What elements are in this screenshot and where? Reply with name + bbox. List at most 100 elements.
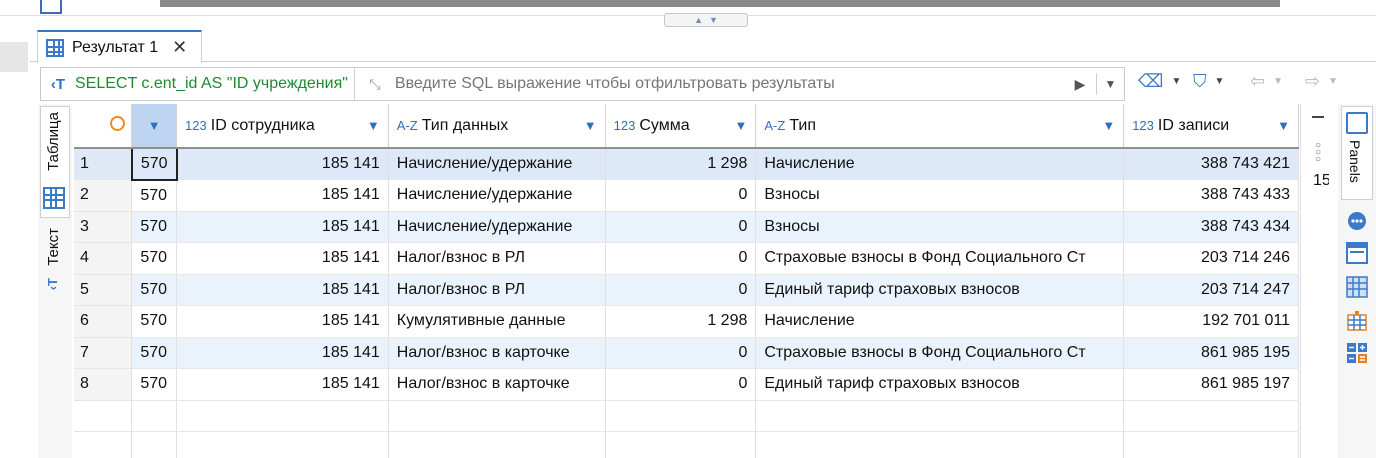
table-cell[interactable]: 1 298 — [605, 148, 757, 180]
table-cell[interactable]: Взносы — [755, 211, 1125, 243]
column-header-5[interactable]: 123 ID записи ▼ — [1123, 104, 1299, 149]
table-cell[interactable]: 388 743 421 — [1123, 148, 1299, 180]
tab-text-label[interactable]: Текст — [45, 228, 62, 266]
row-number[interactable]: 1 — [74, 148, 133, 180]
table-cell[interactable]: 570 — [131, 211, 178, 243]
run-filter-icon[interactable]: ▶ — [1064, 76, 1096, 93]
sort-caret-icon[interactable]: ▼ — [367, 118, 380, 133]
table-cell[interactable]: 861 985 197 — [1123, 368, 1299, 401]
table-cell[interactable]: 0 — [605, 274, 757, 306]
chevron-down-icon[interactable]: ▼ — [1171, 76, 1181, 87]
table-cell[interactable]: Единый тариф страховых взносов — [755, 368, 1125, 401]
row-number[interactable]: 7 — [74, 337, 133, 369]
tab-panels-label[interactable]: Panels — [1347, 140, 1363, 183]
collapse-down-icon[interactable]: ▼ — [709, 15, 718, 25]
options-icon[interactable] — [1346, 210, 1368, 232]
row-number[interactable]: 2 — [74, 179, 133, 212]
row-number[interactable]: 8 — [74, 368, 133, 401]
table-cell[interactable]: Начисление — [755, 148, 1125, 180]
table-cell[interactable]: 185 141 — [176, 242, 389, 275]
row-number-header[interactable] — [74, 104, 133, 149]
table-row[interactable]: 8 570 185 141 Налог/взнос в карточке 0 Е… — [74, 368, 1299, 401]
query-text[interactable]: SELECT c.ent_id AS "ID учреждения" — [75, 68, 355, 100]
table-cell[interactable]: 185 141 — [176, 211, 389, 243]
table-cell[interactable]: 0 — [605, 337, 757, 369]
filter-button[interactable]: ⛉ ▼ — [1193, 68, 1224, 94]
table-cell[interactable]: Начисление/удержание — [388, 211, 606, 243]
table-cell[interactable]: 0 — [605, 368, 757, 401]
column-header-2[interactable]: A-Z Тип данных ▼ — [388, 104, 606, 149]
table-cell[interactable]: 185 141 — [176, 368, 389, 401]
table-cell[interactable]: Начисление/удержание — [388, 148, 606, 180]
table-cell[interactable]: Налог/взнос в РЛ — [388, 242, 606, 275]
table-cell[interactable]: 570 — [131, 179, 178, 212]
table-cell[interactable]: 570 — [131, 274, 178, 306]
table-cell[interactable]: 0 — [605, 211, 757, 243]
table-cell[interactable]: Налог/взнос в карточке — [388, 368, 606, 401]
table-cell[interactable]: 203 714 246 — [1123, 242, 1299, 275]
collapse-up-icon[interactable]: ▲ — [694, 15, 703, 25]
sort-caret-icon[interactable]: ▼ — [1277, 118, 1290, 133]
column-header-3[interactable]: 123 Сумма ▼ — [605, 104, 757, 149]
table-cell[interactable]: 570 — [131, 242, 178, 275]
table-cell[interactable]: 0 — [605, 179, 757, 212]
table-cell[interactable]: 1 298 — [605, 305, 757, 338]
minimize-icon[interactable] — [1312, 116, 1324, 118]
tab-result[interactable]: Результат 1 ✕ — [37, 30, 202, 63]
table-row[interactable]: 7 570 185 141 Налог/взнос в карточке 0 С… — [74, 337, 1299, 369]
table-cell[interactable]: 185 141 — [176, 148, 389, 180]
more-icon[interactable]: ○ ○ ○ — [1315, 141, 1321, 165]
table-row[interactable]: 3 570 185 141 Начисление/удержание 0 Взн… — [74, 211, 1299, 243]
table-row[interactable]: 2 570 185 141 Начисление/удержание 0 Взн… — [74, 179, 1299, 212]
table-cell[interactable]: Кумулятивные данные — [388, 305, 606, 338]
table-cell[interactable]: 203 714 247 — [1123, 274, 1299, 306]
aggregate-icon[interactable] — [1346, 342, 1368, 364]
row-number[interactable]: 6 — [74, 305, 133, 338]
panels-icon[interactable] — [1346, 112, 1368, 134]
chevron-down-icon[interactable]: ▼ — [1273, 76, 1283, 87]
table-cell[interactable]: Налог/взнос в РЛ — [388, 274, 606, 306]
table-cell[interactable]: 185 141 — [176, 179, 389, 212]
tab-table-label[interactable]: Таблица — [45, 112, 62, 171]
table-cell[interactable]: Страховые взносы в Фонд Социального Ст — [755, 337, 1125, 369]
table-cell[interactable]: 388 743 434 — [1123, 211, 1299, 243]
forward-button[interactable]: ⇨ ▼ — [1305, 68, 1338, 94]
row-number[interactable]: 3 — [74, 211, 133, 243]
text-icon[interactable]: ‹T — [45, 278, 60, 290]
table-cell[interactable]: 185 141 — [176, 305, 389, 338]
close-icon[interactable]: ✕ — [172, 37, 187, 58]
table-row[interactable]: 6 570 185 141 Кумулятивные данные 1 298 … — [74, 305, 1299, 338]
table-cell[interactable]: 570 — [131, 368, 178, 401]
table-cell[interactable]: Взносы — [755, 179, 1125, 212]
table-cell[interactable]: 570 — [131, 337, 178, 369]
column-header-4[interactable]: A-Z Тип ▼ — [755, 104, 1125, 149]
clear-filter-button[interactable]: ⌫ ▼ — [1138, 68, 1181, 94]
table-cell[interactable]: Единый тариф страховых взносов — [755, 274, 1125, 306]
column-header-1[interactable]: 123 ID сотрудника ▼ — [176, 104, 389, 149]
table-cell[interactable]: Начисление/удержание — [388, 179, 606, 212]
sort-caret-icon[interactable]: ▼ — [735, 118, 748, 133]
table-cell[interactable]: 861 985 195 — [1123, 337, 1299, 369]
editor-scrollbar[interactable] — [160, 0, 1280, 7]
table-cell[interactable]: Начисление — [755, 305, 1125, 338]
sort-caret-icon[interactable]: ▼ — [148, 118, 161, 133]
sort-caret-icon[interactable]: ▼ — [584, 118, 597, 133]
table-cell[interactable]: 192 701 011 — [1123, 305, 1299, 338]
calc-icon[interactable] — [1346, 310, 1368, 332]
table-cell[interactable]: 388 743 433 — [1123, 179, 1299, 212]
filter-history-dropdown[interactable]: ▼ — [1096, 72, 1124, 96]
table-cell[interactable]: 570 — [130, 147, 178, 181]
sort-caret-icon[interactable]: ▼ — [1102, 118, 1115, 133]
table-cell[interactable]: Налог/взнос в карточке — [388, 337, 606, 369]
splitter-handle[interactable]: ▲ ▼ — [664, 13, 748, 27]
table-cell[interactable]: 185 141 — [176, 274, 389, 306]
column-header-0[interactable]: ▼ — [131, 104, 178, 149]
filter-input[interactable] — [394, 75, 1064, 93]
row-number[interactable]: 5 — [74, 274, 133, 306]
table-cell[interactable]: Страховые взносы в Фонд Социального Ст — [755, 242, 1125, 275]
expand-icon[interactable]: ⤡ — [355, 76, 395, 93]
table-row[interactable]: 1 570 185 141 Начисление/удержание 1 298… — [74, 147, 1299, 181]
value-viewer-icon[interactable] — [1346, 242, 1368, 264]
table-row[interactable]: 5 570 185 141 Налог/взнос в РЛ 0 Единый … — [74, 274, 1299, 306]
row-number[interactable]: 4 — [74, 242, 133, 275]
